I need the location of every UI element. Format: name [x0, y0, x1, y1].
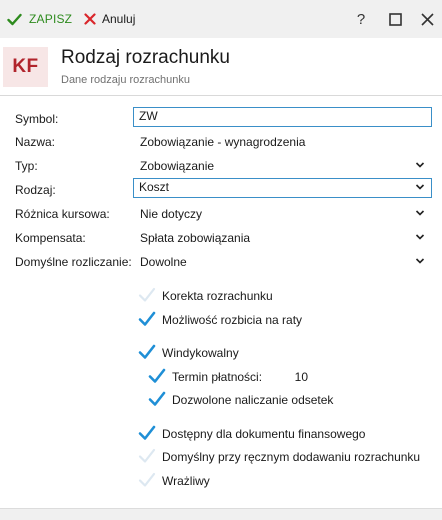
- roznica-label: Różnica kursowa:: [15, 207, 110, 221]
- kompensata-label: Kompensata:: [15, 231, 86, 245]
- typ-select[interactable]: Zobowiązanie: [133, 155, 432, 175]
- symbol-input[interactable]: ZW: [133, 107, 432, 127]
- dozwolone-label: Dozwolone naliczanie odsetek: [172, 393, 334, 407]
- checkmark-icon: [148, 368, 165, 383]
- checkmark-icon: [138, 344, 155, 359]
- page-subtitle: Dane rodzaju rozrachunku: [61, 74, 191, 86]
- roznica-select[interactable]: Nie dotyczy: [133, 203, 432, 223]
- help-label: ?: [356, 10, 366, 28]
- help-button[interactable]: ?: [352, 10, 370, 28]
- cancel-label: Anuluj: [102, 12, 136, 26]
- module-badge: KF: [3, 47, 48, 87]
- badge-text: KF: [12, 56, 39, 77]
- page-title: Rodzaj rozrachunku: [61, 47, 230, 68]
- dostepny-label: Dostępny dla dokumentu finansowego: [162, 427, 366, 441]
- korekta-label: Korekta rozrachunku: [162, 289, 273, 303]
- kompensata-select[interactable]: Spłata zobowiązania: [133, 227, 432, 247]
- form: Symbol: ZW Nazwa: Zobowiązanie - wynagro…: [0, 97, 442, 508]
- chevron-down-icon: [415, 234, 425, 240]
- domyslne-label: Domyślne rozliczanie:: [15, 255, 132, 269]
- save-button[interactable]: ZAPISZ: [7, 11, 72, 27]
- termin-input[interactable]: 10: [268, 367, 312, 387]
- toolbar: ZAPISZ Anuluj ?: [0, 0, 442, 38]
- close-icon: [420, 12, 434, 26]
- windykowalny-label: Windykowalny: [162, 346, 239, 360]
- bottom-strip: [0, 508, 442, 520]
- close-button[interactable]: [418, 10, 436, 28]
- domyslny-label: Domyślny przy ręcznym dodawaniu rozrachu…: [162, 450, 421, 464]
- nazwa-value: Zobowiązanie - wynagrodzenia: [140, 135, 306, 149]
- chevron-down-icon: [415, 162, 425, 168]
- symbol-value: ZW: [139, 109, 158, 123]
- checkmark-icon: [138, 287, 155, 302]
- typ-label: Typ:: [15, 159, 38, 173]
- chevron-down-icon: [415, 258, 425, 264]
- nazwa-label: Nazwa:: [15, 135, 56, 149]
- wrazliwy-label: Wrażliwy: [162, 474, 210, 488]
- rodzaj-label: Rodzaj:: [15, 183, 56, 197]
- mozliwosc-checkbox[interactable]: [137, 309, 156, 328]
- windykowalny-checkbox[interactable]: [137, 342, 156, 361]
- chevron-down-icon: [415, 210, 425, 216]
- checkmark-icon: [138, 448, 155, 463]
- chevron-down-icon: [415, 184, 425, 190]
- mozliwosc-label: Możliwość rozbicia na raty: [162, 313, 303, 327]
- symbol-label: Symbol:: [15, 112, 59, 126]
- termin-checkbox[interactable]: [147, 366, 166, 385]
- rodzaj-value: Koszt: [139, 180, 170, 194]
- domyslny-checkbox[interactable]: [137, 446, 156, 465]
- wrazliwy-checkbox[interactable]: [137, 470, 156, 489]
- square-icon: [388, 12, 402, 26]
- domyslne-value: Dowolne: [140, 255, 187, 269]
- roznica-value: Nie dotyczy: [140, 207, 203, 221]
- domyslne-select[interactable]: Dowolne: [133, 251, 432, 271]
- rodzaj-select[interactable]: Koszt: [133, 178, 432, 198]
- x-icon: [84, 13, 96, 25]
- checkmark-icon: [138, 425, 155, 440]
- typ-value: Zobowiązanie: [140, 159, 215, 173]
- checkmark-icon: [148, 391, 165, 406]
- nazwa-field[interactable]: Zobowiązanie - wynagrodzenia: [133, 131, 432, 151]
- checkmark-icon: [138, 311, 155, 326]
- checkmark-icon: [138, 472, 155, 487]
- header: KF Rodzaj rozrachunku Dane rodzaju rozra…: [0, 38, 442, 96]
- cancel-button[interactable]: Anuluj: [84, 11, 135, 27]
- checkmark-icon: [7, 13, 22, 26]
- korekta-checkbox[interactable]: [137, 285, 156, 304]
- maximize-button[interactable]: [386, 10, 404, 28]
- termin-value: 10: [294, 370, 308, 384]
- save-label: ZAPISZ: [29, 12, 73, 26]
- termin-label: Termin płatności:: [172, 370, 263, 384]
- dostepny-checkbox[interactable]: [137, 423, 156, 442]
- kompensata-value: Spłata zobowiązania: [140, 231, 251, 245]
- dozwolone-checkbox[interactable]: [147, 389, 166, 408]
